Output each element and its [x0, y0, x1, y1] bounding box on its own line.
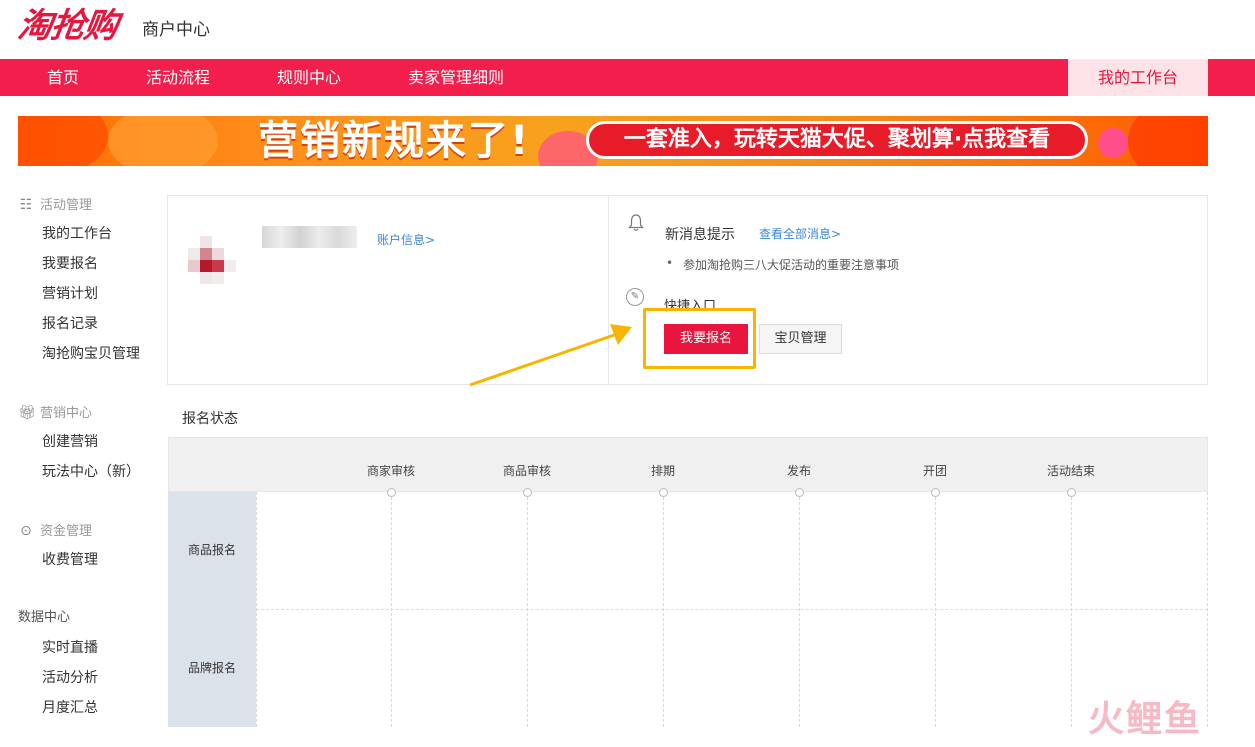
header-subtitle: 商户中心 — [142, 20, 210, 40]
nav-my-workspace[interactable]: 我的工作台 — [1068, 59, 1208, 96]
timeline-dot — [795, 488, 804, 497]
col-schedule: 排期 — [650, 464, 675, 478]
wrench-icon: ✎ — [626, 288, 644, 306]
col-item-review: 商品审核 — [502, 464, 551, 478]
message-bullet: • — [666, 256, 674, 270]
sidebar-item-play-center[interactable]: 玩法中心（新） — [42, 463, 140, 481]
annotation-arrow — [469, 324, 632, 387]
banner-title: 营销新规来了! — [258, 118, 531, 164]
promo-banner[interactable]: 营销新规来了! 一套准入，玩转天猫大促、聚划算·点我查看 — [18, 116, 1208, 166]
sidebar-section-marketing: 🎁︎ 营销中心 — [18, 405, 93, 421]
timeline-dot — [1067, 488, 1076, 497]
timeline-dot — [523, 488, 532, 497]
nav-home[interactable]: 首页 — [47, 59, 79, 96]
col-merchant-review: 商家审核 — [366, 464, 415, 478]
sidebar-section-funds: ⊙ 资金管理 — [18, 523, 92, 540]
message-item[interactable]: 参加淘抢购三八大促活动的重要注意事项 — [683, 256, 899, 273]
avatar — [188, 236, 248, 286]
taoqianggou-logo[interactable]: 淘抢购 — [15, 6, 120, 46]
row-brand-signup: 品牌报名 — [168, 609, 256, 727]
signup-status-title: 报名状态 — [182, 411, 238, 427]
sidebar-item-monthly-summary[interactable]: 月度汇总 — [42, 699, 98, 717]
row-item-signup: 商品报名 — [168, 492, 256, 609]
grid-line — [256, 609, 1208, 610]
sidebar-section-data: 数据中心 — [18, 610, 71, 625]
sidebar-item-item-management[interactable]: 淘抢购宝贝管理 — [42, 345, 140, 363]
top-nav: 首页 活动流程 规则中心 卖家管理细则 我的工作台 — [0, 59, 1255, 96]
list-icon: ☷ — [19, 197, 33, 213]
timeline-dot — [659, 488, 668, 497]
banner-decoration — [108, 116, 218, 166]
nav-rules-center[interactable]: 规则中心 — [277, 59, 341, 96]
signup-status-table: 商家审核 商品审核 排期 发布 开团 活动结束 商品报名 品牌报名 — [168, 437, 1208, 727]
banner-decoration — [1098, 128, 1128, 158]
gift-icon: 🎁︎ — [18, 405, 36, 421]
sidebar-item-activity-analysis[interactable]: 活动分析 — [42, 669, 98, 687]
signup-button[interactable]: 我要报名 — [664, 324, 748, 354]
timeline-dot — [931, 488, 940, 497]
account-name-blurred — [262, 226, 357, 248]
sidebar-item-create-marketing[interactable]: 创建营销 — [42, 433, 98, 451]
sidebar-item-my-workspace[interactable]: 我的工作台 — [42, 225, 112, 243]
watermark: 火鲤鱼 — [1088, 699, 1203, 740]
banner-decoration — [1128, 116, 1208, 166]
col-publish: 发布 — [786, 464, 811, 478]
messages-title: 新消息提示 — [665, 227, 735, 243]
sidebar-section-activity: ☷ 活动管理 — [19, 197, 93, 213]
sidebar-item-signup-records[interactable]: 报名记录 — [42, 315, 98, 333]
item-management-button[interactable]: 宝贝管理 — [759, 324, 842, 354]
view-all-messages-link[interactable]: 查看全部消息> — [759, 225, 841, 242]
col-open: 开团 — [922, 464, 947, 478]
timeline-dot — [387, 488, 396, 497]
sidebar-item-signup[interactable]: 我要报名 — [42, 255, 98, 273]
account-info-link[interactable]: 账户信息> — [377, 231, 435, 248]
sidebar-item-marketing-plan[interactable]: 营销计划 — [42, 285, 98, 303]
col-end: 活动结束 — [1046, 464, 1095, 478]
banner-cta[interactable]: 一套准入，玩转天猫大促、聚划算·点我查看 — [586, 121, 1088, 159]
sidebar-item-fee-management[interactable]: 收费管理 — [42, 551, 98, 569]
bell-icon — [628, 214, 644, 236]
status-table-header: 商家审核 商品审核 排期 发布 开团 活动结束 — [168, 437, 1208, 492]
nav-activity-flow[interactable]: 活动流程 — [146, 59, 210, 96]
money-icon: ⊙ — [20, 523, 32, 539]
sidebar-item-live[interactable]: 实时直播 — [42, 639, 98, 657]
nav-seller-rules[interactable]: 卖家管理细则 — [408, 59, 504, 96]
banner-decoration — [18, 116, 108, 166]
